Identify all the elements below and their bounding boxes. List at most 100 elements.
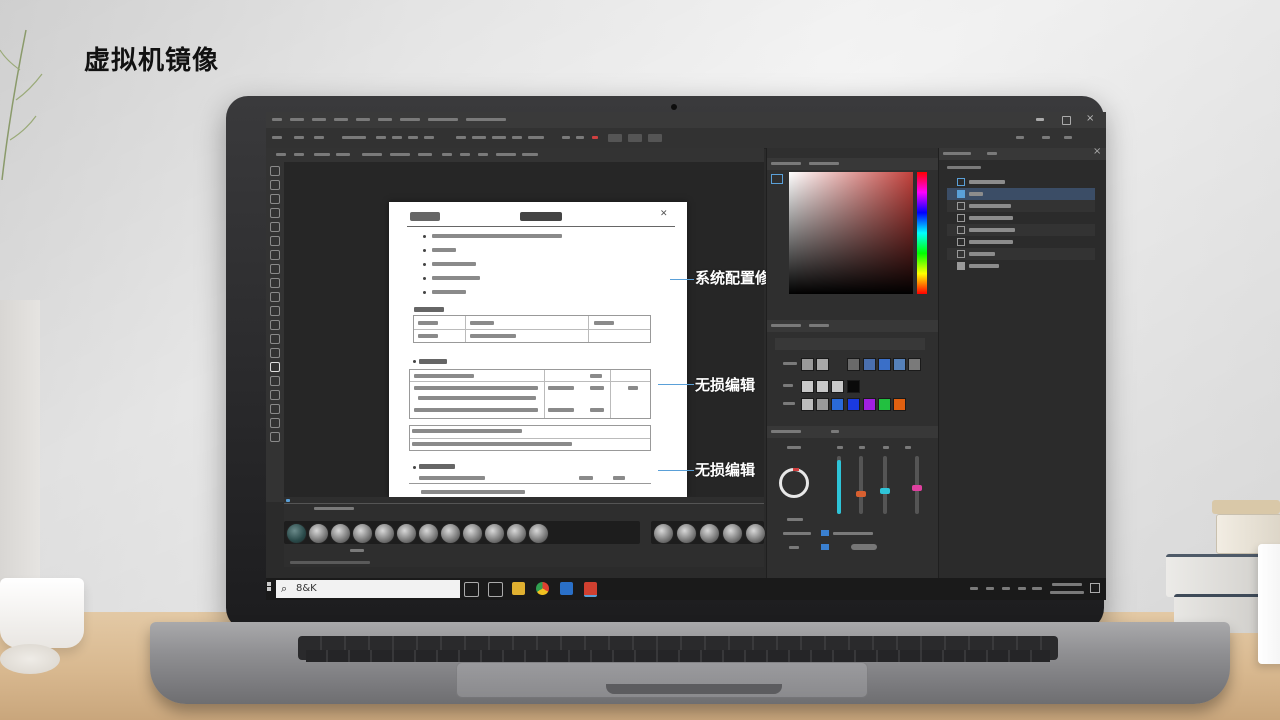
swatch[interactable] [863, 358, 876, 371]
slider-track[interactable] [883, 456, 887, 514]
file-explorer-icon[interactable] [512, 582, 525, 595]
layer-row[interactable] [947, 248, 1095, 260]
swatch[interactable] [831, 380, 844, 393]
hue-slider[interactable] [917, 172, 927, 294]
document-close-icon[interactable]: ✕ [660, 209, 668, 219]
panel-tab[interactable] [831, 430, 839, 433]
swatch[interactable] [816, 358, 829, 371]
heal-tool-icon[interactable] [270, 250, 280, 260]
swatch[interactable] [893, 398, 906, 411]
swatch[interactable] [801, 380, 814, 393]
layout-icon[interactable] [1042, 136, 1050, 139]
panel-tab[interactable] [809, 162, 839, 165]
option-field[interactable] [648, 134, 662, 142]
swatch[interactable] [801, 398, 814, 411]
tray-icon[interactable] [1002, 587, 1010, 590]
color-wheel-icon[interactable] [779, 468, 809, 498]
gradient-tool-icon[interactable] [270, 320, 280, 330]
thumbnail[interactable] [418, 523, 439, 544]
shape-tool-icon[interactable] [270, 404, 280, 414]
swatch[interactable] [847, 398, 860, 411]
swatch[interactable] [878, 358, 891, 371]
history-brush-icon[interactable] [270, 292, 280, 302]
blur-tool-icon[interactable] [270, 334, 280, 344]
opacity-slider[interactable] [851, 544, 877, 550]
text-tool-icon[interactable] [270, 376, 280, 386]
swatch[interactable] [831, 398, 844, 411]
thumbnail[interactable] [745, 523, 766, 544]
layer-row[interactable] [947, 236, 1095, 248]
marquee-tool-icon[interactable] [270, 180, 280, 190]
layer-row[interactable] [947, 200, 1095, 212]
chrome-icon[interactable] [536, 582, 549, 595]
visibility-icon[interactable] [957, 178, 965, 186]
panel-tab[interactable] [771, 162, 801, 165]
tab[interactable] [294, 153, 304, 156]
tab-icon[interactable] [276, 153, 286, 156]
move-icon[interactable] [294, 136, 304, 139]
layer-row[interactable] [947, 260, 1095, 272]
tab[interactable] [390, 153, 410, 156]
slider-knob[interactable] [880, 488, 890, 494]
option-field[interactable] [608, 134, 622, 142]
app-icon[interactable] [560, 582, 573, 595]
stamp-tool-icon[interactable] [270, 278, 280, 288]
thumbnail[interactable] [653, 523, 674, 544]
brush-tool-icon[interactable] [270, 264, 280, 274]
menu-item[interactable] [400, 118, 420, 121]
panel-tab[interactable] [943, 152, 971, 155]
tab[interactable] [418, 153, 432, 156]
swatch[interactable] [847, 380, 860, 393]
notification-icon[interactable] [1090, 583, 1100, 593]
thumbnail[interactable] [308, 523, 329, 544]
thumbnail[interactable] [722, 523, 743, 544]
save-icon[interactable] [456, 136, 466, 139]
menu-item[interactable] [428, 118, 458, 121]
thumbnail[interactable] [699, 523, 720, 544]
pen-tool-icon[interactable] [270, 362, 280, 372]
panel-tab[interactable] [987, 152, 997, 155]
camera-icon[interactable] [472, 136, 486, 139]
thumbnail[interactable] [374, 523, 395, 544]
tray-icon[interactable] [970, 587, 978, 590]
crop-tool-icon[interactable] [270, 222, 280, 232]
eyedropper-icon[interactable] [424, 136, 434, 139]
dodge-tool-icon[interactable] [270, 348, 280, 358]
option-field[interactable] [628, 134, 642, 142]
menu-item[interactable] [312, 118, 326, 121]
zoom-tool-icon[interactable] [270, 432, 280, 442]
panel-tab[interactable] [809, 324, 829, 327]
hand-tool-icon[interactable] [270, 418, 280, 428]
swatch[interactable] [878, 398, 891, 411]
close-icon[interactable]: × [1086, 113, 1094, 124]
eraser-tool-icon[interactable] [270, 306, 280, 316]
menu-item[interactable] [290, 118, 304, 121]
tab[interactable] [496, 153, 516, 156]
swatch[interactable] [893, 358, 906, 371]
swatch[interactable] [847, 358, 860, 371]
triangle-icon[interactable] [512, 136, 522, 139]
app-icon[interactable] [488, 582, 503, 597]
thumbnail[interactable] [330, 523, 351, 544]
option-item[interactable] [528, 136, 544, 139]
swatch[interactable] [801, 358, 814, 371]
color-mode-icon[interactable] [771, 174, 783, 184]
tray-icon[interactable] [1018, 587, 1026, 590]
layer-row[interactable] [947, 224, 1095, 236]
tab[interactable] [314, 153, 330, 156]
close-icon[interactable]: × [1093, 146, 1101, 157]
menu-item[interactable] [466, 118, 506, 121]
swatch[interactable] [816, 380, 829, 393]
option-item[interactable] [492, 136, 506, 139]
taskbar-search-input[interactable]: ⌕ 8&K [276, 580, 460, 598]
edit-icon[interactable] [408, 136, 418, 139]
thumbnail[interactable] [676, 523, 697, 544]
tab[interactable] [522, 153, 538, 156]
select-tool-icon[interactable] [270, 208, 280, 218]
color-picker-field[interactable] [789, 172, 913, 294]
menu-item[interactable] [356, 118, 370, 121]
slider-track[interactable] [837, 456, 841, 514]
option-item[interactable] [342, 136, 366, 139]
thumbnail[interactable] [396, 523, 417, 544]
playhead-icon[interactable] [286, 499, 290, 502]
